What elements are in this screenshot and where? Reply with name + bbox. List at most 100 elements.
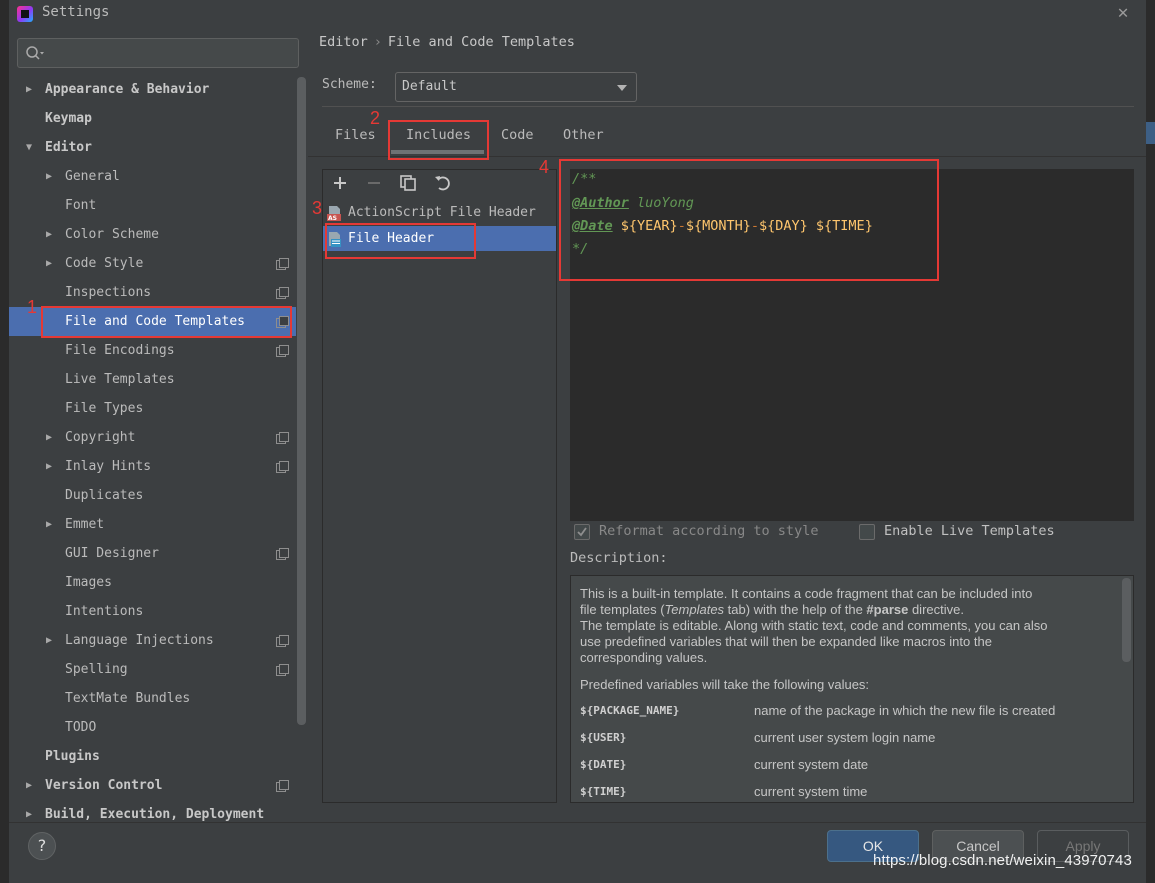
- help-button[interactable]: ?: [28, 832, 56, 860]
- tab-other[interactable]: Other: [563, 127, 604, 149]
- project-scope-icon: [276, 432, 289, 444]
- close-icon[interactable]: ✕: [1110, 0, 1136, 26]
- sidebar-item-label: TODO: [65, 720, 97, 735]
- annotation-box: [41, 306, 292, 338]
- sidebar-item-label: GUI Designer: [65, 546, 159, 561]
- watermark: https://blog.csdn.net/weixin_43970743: [873, 852, 1132, 869]
- tab-files[interactable]: Files: [335, 127, 376, 149]
- sidebar-item-label: Images: [65, 575, 112, 590]
- sidebar-item-keymap[interactable]: Keymap: [9, 104, 296, 133]
- variable-name: ${PACKAGE_NAME}: [580, 704, 680, 717]
- reset-icon: [435, 176, 450, 191]
- project-scope-icon: [276, 258, 289, 270]
- chevron-right-icon[interactable]: ▶: [46, 626, 52, 655]
- reset-template-button[interactable]: [432, 172, 454, 194]
- search-icon: [26, 46, 44, 60]
- chevron-right-icon[interactable]: ▶: [26, 771, 32, 800]
- sidebar-item-label: Duplicates: [65, 488, 144, 503]
- breadcrumb-separator: ›: [373, 34, 382, 50]
- copy-template-button[interactable]: [397, 172, 419, 194]
- scheme-dropdown[interactable]: Default: [395, 72, 637, 102]
- sidebar-item-label: Inlay Hints: [65, 459, 152, 474]
- reformat-checkbox[interactable]: [574, 524, 590, 540]
- description-text: use predefined variables that will then …: [580, 634, 992, 649]
- add-template-button[interactable]: [329, 172, 351, 194]
- sidebar-item-inlay-hints[interactable]: ▶ Inlay Hints: [9, 452, 296, 481]
- sidebar-item-gui-designer[interactable]: GUI Designer: [9, 539, 296, 568]
- sidebar-item-build-execution-deployment[interactable]: ▶ Build, Execution, Deployment: [9, 800, 296, 822]
- template-label: ActionScript File Header: [348, 205, 536, 220]
- sidebar-item-label: Appearance & Behavior: [45, 82, 210, 97]
- sidebar-item-plugins[interactable]: Plugins: [9, 742, 296, 771]
- divider: [9, 822, 1146, 823]
- annotation-number: 2: [370, 108, 381, 128]
- sidebar-item-label: TextMate Bundles: [65, 691, 191, 706]
- breadcrumb: Editor › File and Code Templates: [319, 34, 575, 50]
- project-scope-icon: [276, 664, 289, 676]
- sidebar-item-emmet[interactable]: ▶ Emmet: [9, 510, 296, 539]
- remove-template-button[interactable]: [363, 172, 385, 194]
- tree-scrollbar[interactable]: [297, 77, 306, 725]
- sidebar-item-textmate-bundles[interactable]: TextMate Bundles: [9, 684, 296, 713]
- svg-text:AS: AS: [328, 215, 337, 222]
- sidebar-item-duplicates[interactable]: Duplicates: [9, 481, 296, 510]
- sidebar-item-code-style[interactable]: ▶ Code Style: [9, 249, 296, 278]
- minus-icon: [368, 182, 380, 184]
- sidebar-item-label: Editor: [45, 140, 92, 155]
- chevron-right-icon[interactable]: ▶: [46, 220, 52, 249]
- variable-description: current system time: [754, 784, 868, 799]
- variable-description: current user system login name: [754, 730, 936, 745]
- variable-name: ${USER}: [580, 731, 627, 744]
- description-scrollbar[interactable]: [1122, 578, 1131, 662]
- description-label: Description:: [570, 550, 668, 566]
- description-text: file templates (Templates tab) with the …: [580, 602, 964, 617]
- annotation-box: [325, 223, 476, 259]
- sidebar-item-inspections[interactable]: Inspections: [9, 278, 296, 307]
- sidebar-item-file-encodings[interactable]: File Encodings: [9, 336, 296, 365]
- sidebar-item-color-scheme[interactable]: ▶ Color Scheme: [9, 220, 296, 249]
- variable-name: ${TIME}: [580, 785, 627, 798]
- annotation-box: [559, 159, 939, 281]
- sidebar-item-copyright[interactable]: ▶ Copyright: [9, 423, 296, 452]
- sidebar-item-label: Intentions: [65, 604, 144, 619]
- sidebar-item-label: Code Style: [65, 256, 144, 271]
- description-text: The template is editable. Along with sta…: [580, 618, 1048, 633]
- settings-search-input[interactable]: [17, 38, 299, 68]
- sidebar-item-editor[interactable]: ▼ Editor: [9, 133, 296, 162]
- plus-icon: [334, 177, 346, 189]
- chevron-right-icon[interactable]: ▶: [46, 452, 52, 481]
- sidebar-item-label: Plugins: [45, 749, 100, 764]
- sidebar-item-images[interactable]: Images: [9, 568, 296, 597]
- variable-description: name of the package in which the new fil…: [754, 703, 1056, 718]
- sidebar-item-version-control[interactable]: ▶ Version Control: [9, 771, 296, 800]
- tab-code[interactable]: Code: [501, 127, 534, 149]
- template-item-actionscript[interactable]: AS ActionScript File Header: [323, 200, 556, 225]
- sidebar-item-todo[interactable]: TODO: [9, 713, 296, 742]
- divider: [322, 106, 1134, 107]
- template-list-panel: [322, 169, 557, 803]
- sidebar-item-language-injections[interactable]: ▶ Language Injections: [9, 626, 296, 655]
- chevron-right-icon[interactable]: ▶: [26, 800, 32, 822]
- chevron-right-icon[interactable]: ▶: [46, 510, 52, 539]
- window-title: Settings: [42, 4, 110, 20]
- sidebar-item-general[interactable]: ▶ General: [9, 162, 296, 191]
- variable-description: current system date: [754, 757, 869, 772]
- chevron-right-icon[interactable]: ▶: [46, 162, 52, 191]
- sidebar-item-label: Keymap: [45, 111, 92, 126]
- sidebar-item-spelling[interactable]: Spelling: [9, 655, 296, 684]
- chevron-right-icon[interactable]: ▶: [26, 77, 32, 104]
- chevron-right-icon[interactable]: ▶: [46, 249, 52, 278]
- sidebar-item-label: Inspections: [65, 285, 152, 300]
- sidebar-item-font[interactable]: Font: [9, 191, 296, 220]
- chevron-down-icon[interactable]: ▼: [26, 133, 32, 162]
- description-text: corresponding values.: [580, 650, 708, 665]
- sidebar-item-label: Font: [65, 198, 97, 213]
- enable-live-templates-checkbox[interactable]: [859, 524, 875, 540]
- sidebar-item-appearance-behavior[interactable]: ▶ Appearance & Behavior: [9, 77, 296, 104]
- chevron-down-icon: [617, 85, 627, 91]
- sidebar-item-file-types[interactable]: File Types: [9, 394, 296, 423]
- sidebar-item-live-templates[interactable]: Live Templates: [9, 365, 296, 394]
- sidebar-item-intentions[interactable]: Intentions: [9, 597, 296, 626]
- chevron-right-icon[interactable]: ▶: [46, 423, 52, 452]
- project-scope-icon: [276, 780, 289, 792]
